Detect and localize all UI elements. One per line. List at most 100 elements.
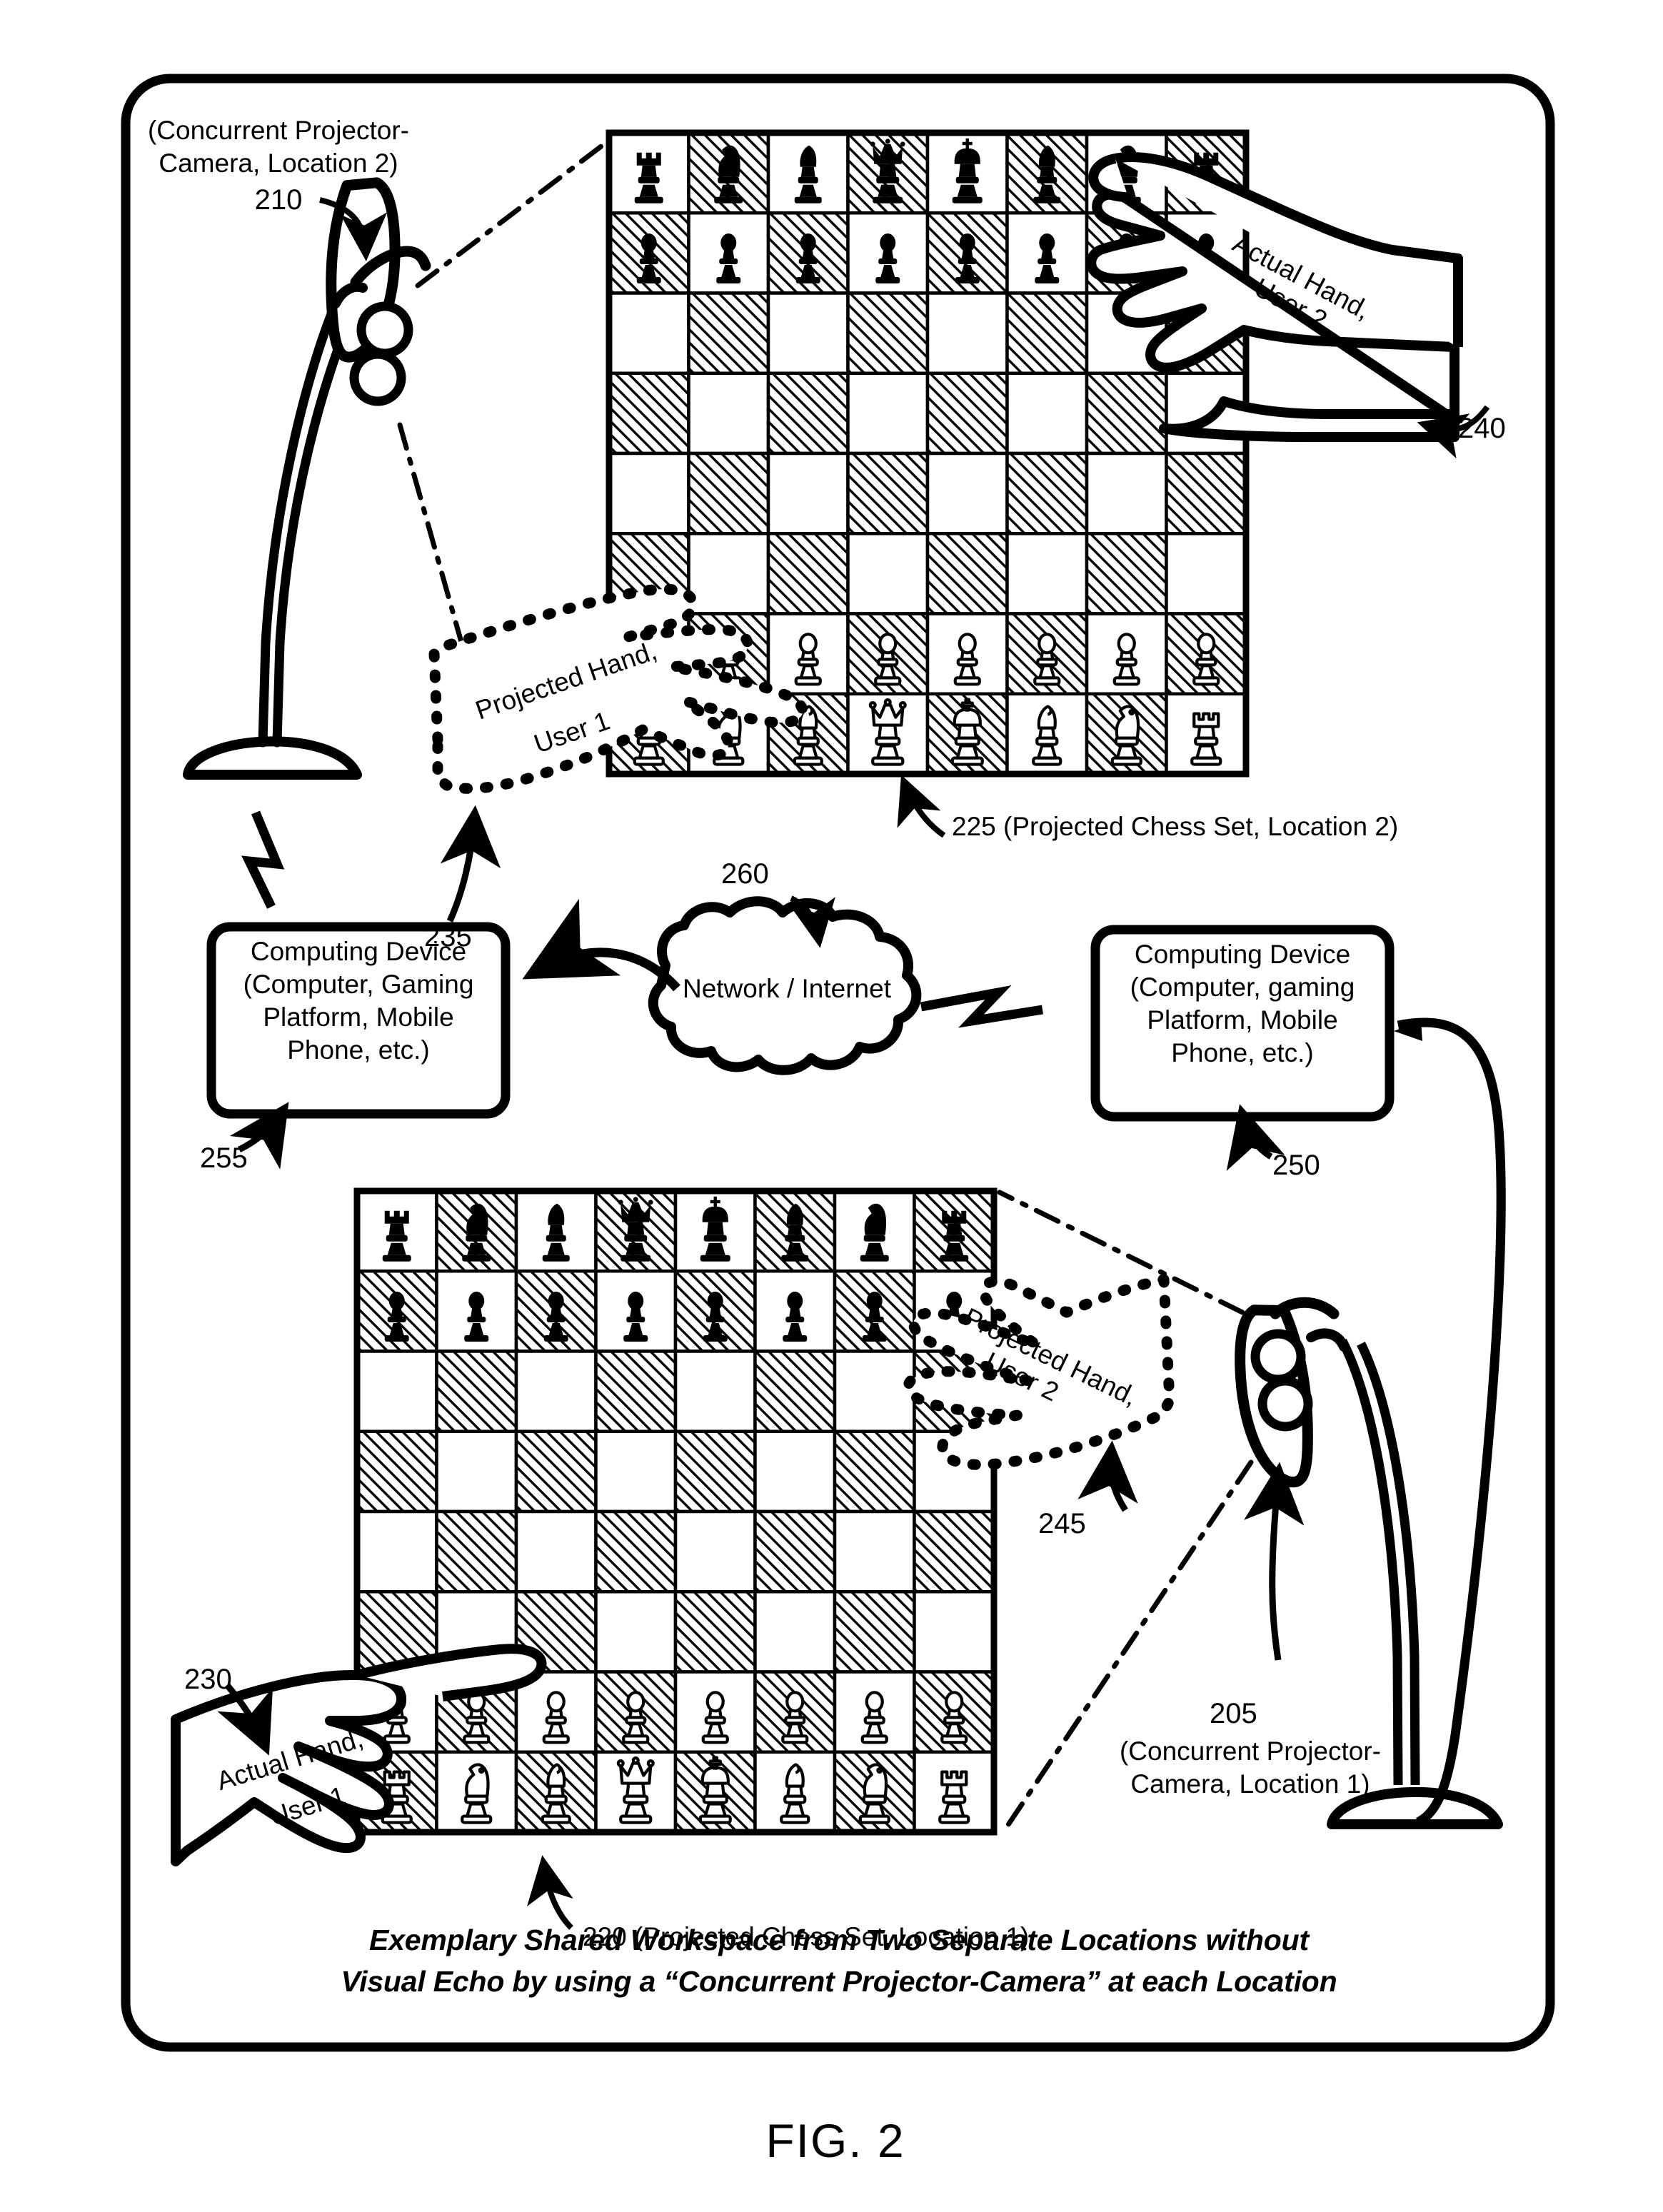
computing-device-left-line4: Phone, etc.)	[287, 1035, 430, 1065]
chess-piece	[542, 1691, 570, 1744]
chess-square	[846, 371, 930, 456]
chess-square	[753, 1429, 837, 1514]
chess-piece	[938, 1770, 970, 1824]
projector-camera-2-title-line2: Camera, Location 2)	[159, 149, 398, 178]
chess-piece	[860, 1691, 888, 1744]
chess-square	[1005, 451, 1089, 536]
ref-210: 210	[254, 184, 303, 216]
chess-square	[607, 451, 690, 536]
chess-square	[687, 371, 770, 456]
chess-square	[355, 1349, 438, 1433]
chess-square	[1165, 451, 1248, 536]
chess-square	[913, 1590, 996, 1674]
chess-piece	[794, 633, 822, 686]
chess-square	[925, 291, 1009, 375]
chess-square	[673, 1509, 757, 1594]
projector-camera-location-2	[183, 177, 431, 780]
chess-square	[687, 532, 770, 615]
chess-piece	[701, 1691, 729, 1744]
chess-square	[594, 1349, 678, 1433]
chess-square	[925, 451, 1009, 536]
figure-linework	[121, 74, 1555, 2052]
ref-260: 260	[721, 858, 769, 890]
computing-device-left-line2: (Computer, Gaming	[243, 970, 474, 999]
chess-square	[673, 1429, 757, 1514]
chess-square	[514, 1429, 598, 1514]
chess-square	[1005, 532, 1089, 615]
chess-square	[846, 451, 930, 536]
chess-square	[673, 1590, 757, 1674]
chess-square	[594, 1590, 678, 1674]
ref-230: 230	[184, 1664, 232, 1695]
computing-device-left-line1: Computing Device	[250, 937, 467, 966]
chess-square	[514, 1509, 598, 1594]
chess-square	[607, 371, 690, 456]
chess-square	[846, 291, 930, 375]
chess-square	[687, 451, 770, 536]
chess-piece	[953, 633, 981, 686]
projector-camera-1-title-line2: Camera, Location 1)	[1130, 1769, 1370, 1799]
chess-piece	[1190, 712, 1222, 766]
chess-square	[1165, 532, 1248, 615]
chess-piece	[1112, 633, 1140, 686]
ref-250-leader	[1226, 1104, 1285, 1171]
chess-square	[846, 532, 930, 615]
chess-square	[753, 1590, 837, 1674]
chess-piece	[940, 1691, 968, 1744]
chess-square	[833, 1590, 916, 1674]
wireless-bolt-right	[920, 985, 1044, 1028]
computing-device-right-line3: Platform, Mobile	[1147, 1005, 1338, 1035]
chess-square	[435, 1429, 518, 1514]
ref-225-leader	[897, 775, 946, 838]
computing-device-right-line4: Phone, etc.)	[1171, 1038, 1314, 1067]
chess-square	[435, 1349, 518, 1433]
figure-number: FIG. 2	[765, 2114, 905, 2167]
chess-piece	[874, 633, 902, 686]
chess-square	[673, 1349, 757, 1433]
chess-square	[833, 1509, 916, 1594]
projected-hand-user-1-ref-leader	[440, 805, 501, 922]
chess-square	[925, 532, 1009, 615]
projector-camera-2-title-line1: (Concurrent Projector-	[147, 116, 409, 145]
chess-square	[925, 371, 1009, 456]
chess-square	[766, 371, 850, 456]
chess-square	[687, 291, 770, 375]
wireless-bolt-left	[241, 810, 285, 909]
chess-square	[913, 1509, 996, 1594]
chess-square	[833, 1349, 916, 1433]
ref-245: 245	[1038, 1508, 1086, 1539]
chess-square	[1005, 371, 1089, 456]
chess-square	[1085, 532, 1168, 615]
chess-piece	[781, 1691, 809, 1744]
chess-square	[766, 532, 850, 615]
ref-240: 240	[1458, 413, 1506, 444]
ref-225-label: 225 (Projected Chess Set, Location 2)	[952, 812, 1399, 841]
chess-square	[594, 1429, 678, 1514]
chess-square	[594, 1509, 678, 1594]
chess-square	[514, 1349, 598, 1433]
chess-square	[766, 291, 850, 375]
chess-square	[1005, 291, 1089, 375]
chess-square	[833, 1429, 916, 1514]
chess-board-bottom	[353, 1187, 998, 1836]
chess-square	[1085, 451, 1168, 536]
ref-245-leader	[1077, 1440, 1138, 1512]
chess-piece	[463, 1691, 491, 1744]
network-cloud-label: Network / Internet	[682, 974, 891, 1003]
figure-caption-line2: Visual Echo by using a “Concurrent Proje…	[341, 1965, 1337, 1998]
chess-square	[607, 291, 690, 375]
ref-255: 255	[200, 1142, 248, 1174]
chess-square	[355, 1509, 438, 1594]
chess-piece	[622, 1691, 650, 1744]
computing-device-right-line2: (Computer, gaming	[1130, 972, 1355, 1002]
computing-device-right-line1: Computing Device	[1134, 940, 1351, 969]
ref-205: 205	[1210, 1698, 1257, 1729]
chess-piece	[1033, 633, 1061, 686]
chess-square	[766, 451, 850, 536]
figure-caption-line1: Exemplary Shared Workspace from Two Sepa…	[369, 1924, 1309, 1956]
chess-square	[435, 1509, 518, 1594]
projector-camera-1-title-line1: (Concurrent Projector-	[1119, 1736, 1381, 1766]
chess-square	[753, 1349, 837, 1433]
computing-device-left-line3: Platform, Mobile	[263, 1002, 454, 1032]
chess-square	[355, 1429, 438, 1514]
